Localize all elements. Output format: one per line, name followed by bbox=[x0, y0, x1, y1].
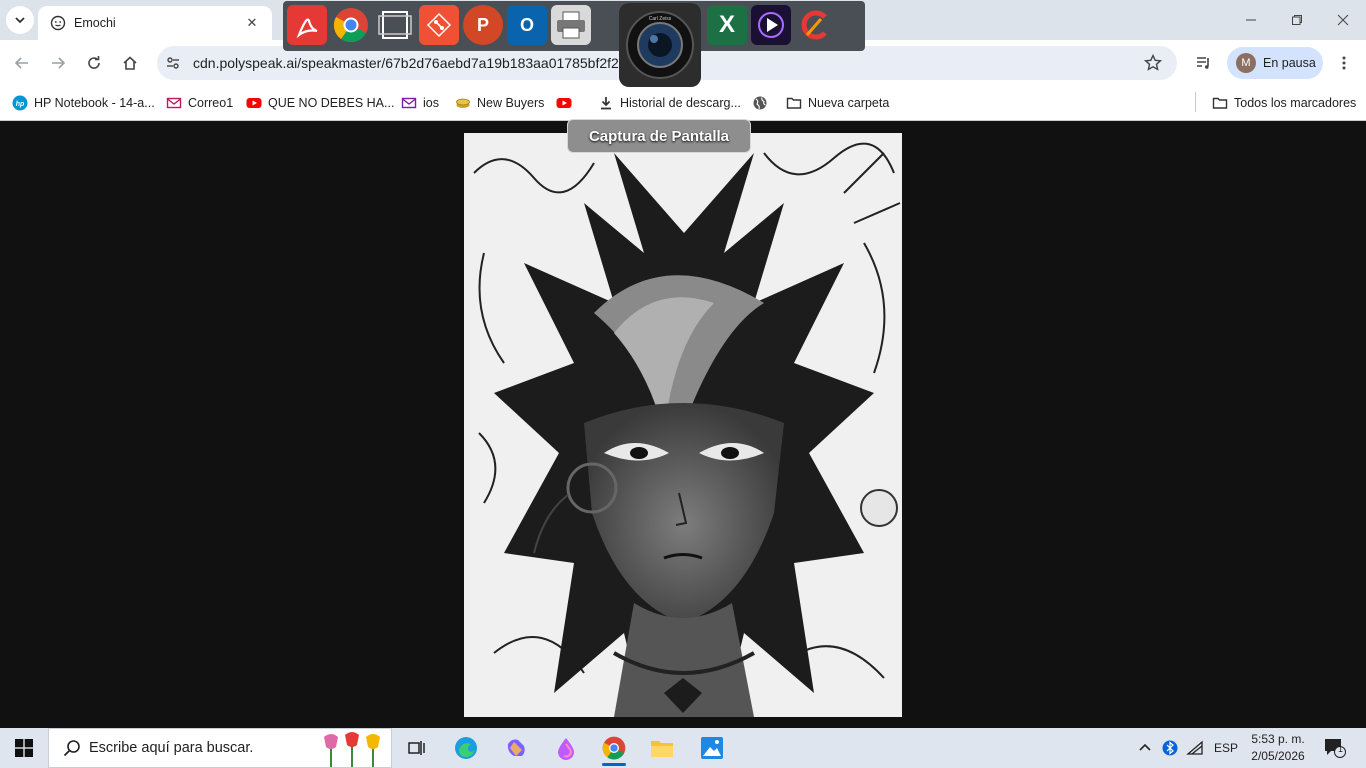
globe-icon bbox=[752, 95, 768, 111]
clock-time: 5:53 p. m. bbox=[1251, 732, 1305, 746]
mail-icon bbox=[401, 95, 417, 111]
tab-title: Emochi bbox=[74, 16, 116, 30]
chrome-taskbar-icon[interactable] bbox=[594, 732, 634, 766]
mail-icon bbox=[166, 95, 182, 111]
camera-lens-icon[interactable]: Carl Zeiss bbox=[619, 3, 701, 87]
adobe-reader-icon[interactable] bbox=[287, 5, 327, 45]
excel-icon[interactable]: X bbox=[707, 5, 747, 45]
restore-icon bbox=[1292, 15, 1302, 25]
bookmark-historial-descargas[interactable]: Historial de descarg... bbox=[598, 93, 741, 113]
folder-icon bbox=[786, 95, 802, 111]
outlook-icon[interactable]: O bbox=[507, 5, 547, 45]
profile-status: En pausa bbox=[1263, 56, 1316, 70]
arrow-right-icon bbox=[52, 57, 66, 69]
close-icon bbox=[1337, 14, 1349, 26]
powerpoint-icon[interactable]: P bbox=[463, 5, 503, 45]
reload-button[interactable] bbox=[80, 49, 108, 77]
notification-count: 1 bbox=[1338, 744, 1344, 754]
tab-emochi[interactable]: Emochi ✕ bbox=[38, 6, 272, 40]
site-settings-icon[interactable] bbox=[165, 55, 181, 71]
language-indicator[interactable]: ESP bbox=[1214, 728, 1238, 768]
restore-button[interactable] bbox=[1274, 0, 1320, 40]
taskbar-clock[interactable]: 5:53 p. m. 2/05/2026 bbox=[1240, 731, 1316, 765]
folder-icon bbox=[1212, 95, 1228, 111]
chevron-up-icon bbox=[1139, 743, 1151, 751]
avatar: M bbox=[1236, 53, 1256, 73]
bookmark-globe[interactable] bbox=[752, 93, 774, 113]
bookmark-correo1[interactable]: Correo1 bbox=[166, 93, 233, 113]
app-dock: P O X bbox=[283, 1, 865, 51]
home-button[interactable] bbox=[116, 49, 144, 77]
taskbar: Escribe aquí para buscar. ESP 5:53 p. m.… bbox=[0, 728, 1366, 768]
clock-date: 2/05/2026 bbox=[1251, 749, 1305, 763]
url-text: cdn.polyspeak.ai/speakmaster/67b2d76aebd… bbox=[193, 55, 619, 71]
profile-button[interactable]: M En pausa bbox=[1227, 47, 1323, 79]
tab-search-button[interactable] bbox=[6, 6, 34, 34]
bookmarks-divider bbox=[1195, 92, 1196, 112]
printer-icon[interactable] bbox=[551, 5, 591, 45]
close-tab-icon[interactable]: ✕ bbox=[244, 15, 260, 31]
tulips-icon bbox=[324, 732, 380, 767]
back-button[interactable] bbox=[8, 49, 36, 77]
media-control-button[interactable] bbox=[1190, 49, 1218, 77]
forward-button[interactable] bbox=[44, 49, 72, 77]
reload-icon bbox=[88, 56, 100, 69]
chevron-down-icon bbox=[15, 17, 25, 24]
task-view-button[interactable] bbox=[396, 732, 436, 764]
home-icon bbox=[123, 56, 137, 70]
bookmark-que-no-debes[interactable]: QUE NO DEBES HA... bbox=[246, 93, 394, 113]
bookmark-nueva-carpeta[interactable]: Nueva carpeta bbox=[786, 93, 889, 113]
minimize-icon bbox=[1246, 19, 1256, 21]
kebab-menu-icon bbox=[1342, 56, 1346, 70]
arrow-left-icon bbox=[14, 57, 28, 69]
svg-text:hp: hp bbox=[16, 101, 25, 108]
paint-drop-taskbar-icon[interactable] bbox=[546, 732, 586, 764]
media-queue-icon bbox=[1197, 57, 1209, 69]
edge-taskbar-icon[interactable] bbox=[446, 732, 486, 764]
screen-capture-icon[interactable] bbox=[375, 5, 415, 45]
manga-artwork-image bbox=[464, 133, 902, 717]
file-explorer-taskbar-icon[interactable] bbox=[642, 732, 682, 764]
all-bookmarks-folder[interactable]: Todos los marcadores bbox=[1212, 93, 1356, 113]
coins-icon bbox=[455, 95, 471, 111]
task-view-icon bbox=[408, 741, 425, 755]
notification-center-button[interactable]: 1 bbox=[1324, 728, 1346, 768]
copilot-taskbar-icon[interactable] bbox=[496, 732, 536, 764]
svg-text:Carl Zeiss: Carl Zeiss bbox=[649, 16, 672, 22]
git-icon[interactable] bbox=[419, 5, 459, 45]
dock-tooltip: Captura de Pantalla bbox=[567, 119, 751, 153]
emochi-favicon-icon bbox=[50, 15, 66, 31]
bookmarks-bar: hp HP Notebook - 14-a... Correo1 QUE NO … bbox=[0, 85, 1366, 121]
bookmark-hp-notebook[interactable]: hp HP Notebook - 14-a... bbox=[12, 93, 155, 113]
bookmark-star-icon[interactable] bbox=[1143, 53, 1163, 73]
chrome-icon[interactable] bbox=[331, 5, 371, 45]
youtube-icon bbox=[556, 95, 572, 111]
show-hidden-icons-button[interactable] bbox=[1138, 728, 1152, 768]
windows-logo-icon bbox=[15, 739, 33, 757]
media-player-icon[interactable] bbox=[751, 5, 791, 45]
youtube-icon bbox=[246, 95, 262, 111]
start-button[interactable] bbox=[0, 728, 48, 768]
search-placeholder: Escribe aquí para buscar. bbox=[89, 740, 254, 756]
photos-taskbar-icon[interactable] bbox=[692, 732, 732, 764]
bookmark-new-buyers[interactable]: New Buyers bbox=[455, 93, 544, 113]
hp-icon: hp bbox=[12, 95, 28, 111]
wifi-tray-icon[interactable] bbox=[1186, 728, 1204, 768]
minimize-button[interactable] bbox=[1228, 0, 1274, 40]
bookmark-youtube[interactable] bbox=[556, 93, 578, 113]
bookmark-ios[interactable]: ios bbox=[401, 93, 439, 113]
menu-button[interactable] bbox=[1330, 49, 1358, 77]
close-window-button[interactable] bbox=[1320, 0, 1366, 40]
download-icon bbox=[598, 95, 614, 111]
search-icon bbox=[63, 740, 80, 757]
ccleaner-icon[interactable] bbox=[795, 5, 835, 45]
taskbar-search-box[interactable]: Escribe aquí para buscar. bbox=[48, 728, 392, 768]
bluetooth-tray-icon[interactable] bbox=[1162, 728, 1178, 768]
